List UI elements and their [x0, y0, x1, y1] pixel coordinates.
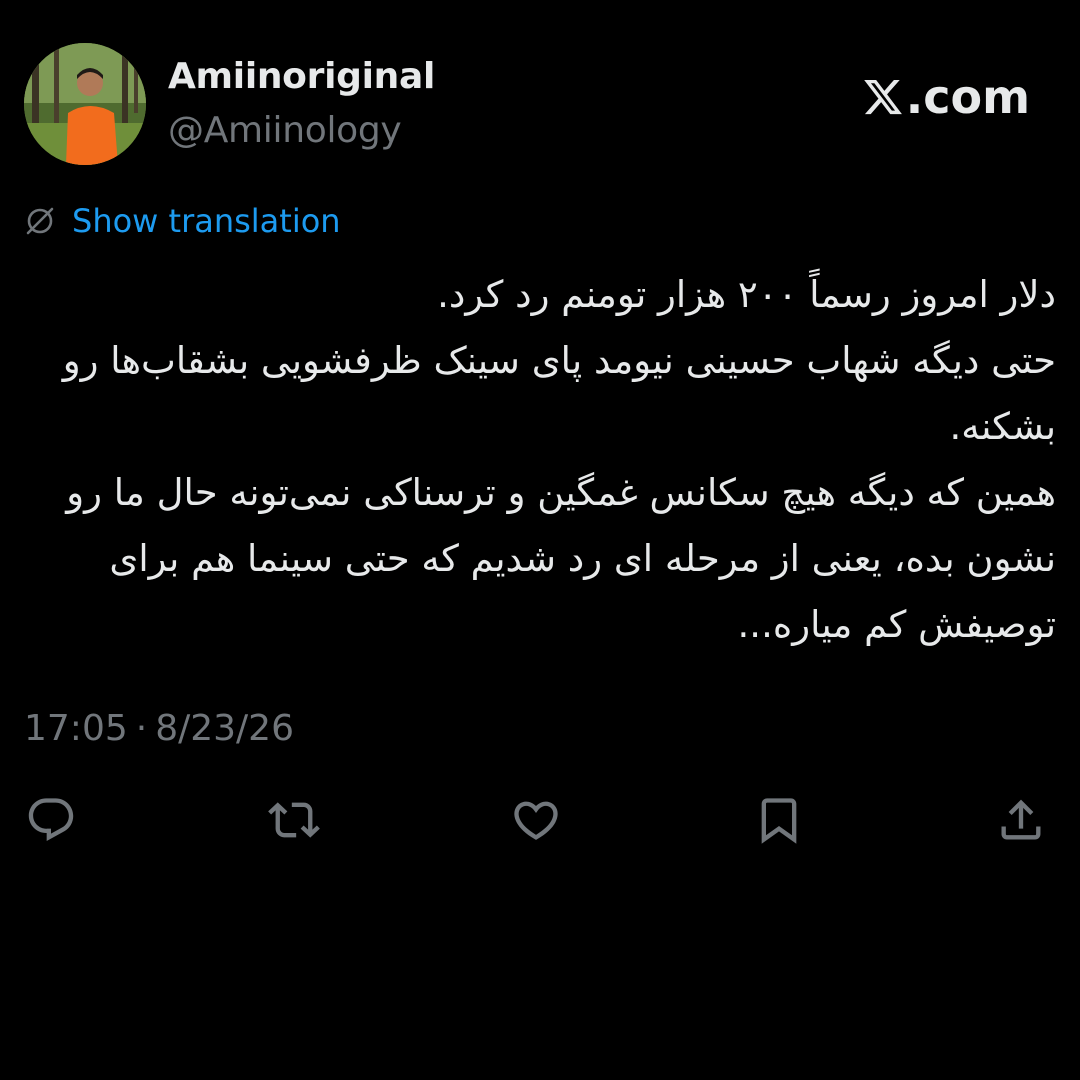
- bookmark-icon: [761, 798, 797, 844]
- show-translation[interactable]: Show translation: [24, 202, 341, 240]
- share-button[interactable]: [994, 793, 1048, 847]
- repost-button[interactable]: [267, 793, 321, 847]
- tweet-time: 17:05: [24, 708, 128, 749]
- x-brand: .com: [862, 70, 1030, 124]
- like-button[interactable]: [509, 793, 563, 847]
- avatar-photo: [24, 43, 146, 165]
- tweet-line: دلار امروز رسماً ۲۰۰ هزار تومنم رد کرد.: [437, 273, 1056, 316]
- x-logo-icon: [863, 79, 902, 115]
- tweet-text: دلار امروز رسماً ۲۰۰ هزار تومنم رد کرد. …: [46, 262, 1056, 658]
- avatar[interactable]: [24, 43, 146, 165]
- tweet-line: همین که دیگه هیچ سکانس غمگین و ترسناکی ن…: [66, 471, 1056, 646]
- brand-domain: .com: [905, 70, 1030, 124]
- show-translation-link[interactable]: Show translation: [72, 202, 341, 240]
- tweet-line: حتی دیگه شهاب حسینی نیومد پای سینک ظرفشو…: [62, 339, 1056, 448]
- tweet-timestamp[interactable]: 17:05 · 8/23/26: [24, 708, 294, 749]
- repost-icon: [268, 802, 320, 838]
- bookmark-button[interactable]: [752, 793, 806, 847]
- separator: ·: [135, 708, 148, 749]
- tweet-date: 8/23/26: [155, 708, 294, 749]
- heart-icon: [514, 801, 558, 840]
- reply-icon: [28, 798, 74, 842]
- reply-button[interactable]: [24, 793, 78, 847]
- display-name[interactable]: Amiinoriginal: [168, 56, 435, 97]
- user-handle[interactable]: @Amiinology: [168, 110, 402, 151]
- share-icon: [1001, 799, 1041, 840]
- translate-globe-icon: [26, 207, 54, 235]
